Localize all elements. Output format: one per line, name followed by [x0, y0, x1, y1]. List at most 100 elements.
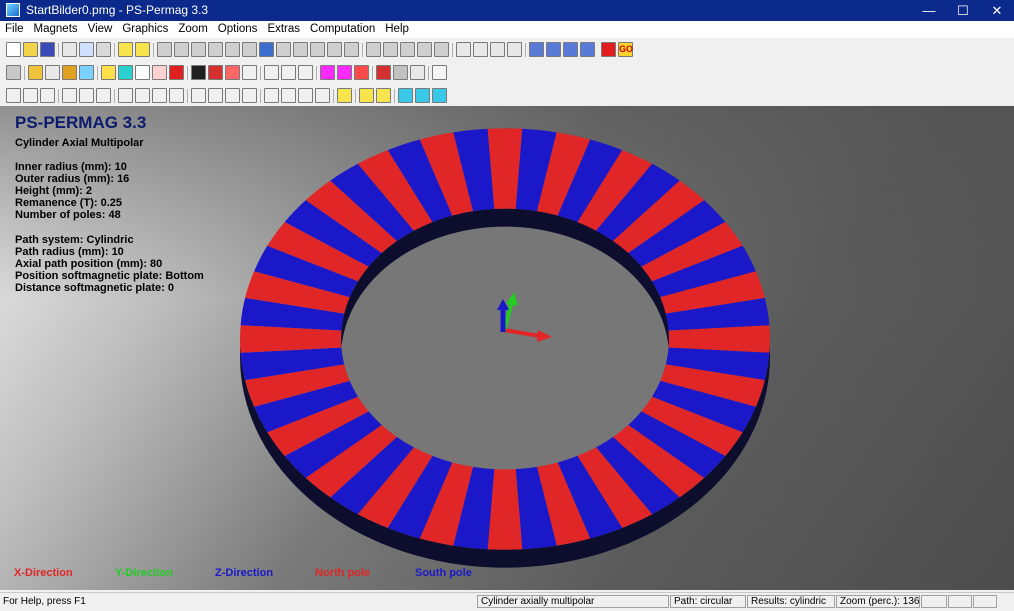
tb1-button-25[interactable]: [434, 42, 449, 57]
tb3-button-3[interactable]: [40, 88, 55, 103]
tb3-button-11[interactable]: [191, 88, 206, 103]
tb1-button-2[interactable]: [23, 42, 38, 57]
tb1-button-15[interactable]: [259, 42, 274, 57]
tb3-button-2[interactable]: [23, 88, 38, 103]
tb3-button-12[interactable]: [208, 88, 223, 103]
menu-view[interactable]: View: [83, 21, 118, 35]
tb1-button-18[interactable]: [310, 42, 325, 57]
tb3-button-17[interactable]: [298, 88, 313, 103]
minimize-button[interactable]: —: [912, 0, 946, 21]
tb2-button-16[interactable]: [281, 65, 296, 80]
tb1-button-28[interactable]: [490, 42, 505, 57]
menu-options[interactable]: Options: [213, 21, 263, 35]
tb1-button-32[interactable]: [563, 42, 578, 57]
tb2-button-9[interactable]: [152, 65, 167, 80]
tb3-button-4[interactable]: [62, 88, 77, 103]
tb3-button-21[interactable]: [376, 88, 391, 103]
tb2-button-11[interactable]: [191, 65, 206, 80]
tb3-button-13[interactable]: [225, 88, 240, 103]
tb1-button-29[interactable]: [507, 42, 522, 57]
menu-graphics[interactable]: Graphics: [117, 21, 173, 35]
menu-file[interactable]: File: [0, 21, 29, 35]
tb1-button-22[interactable]: [383, 42, 398, 57]
tb1-button-14[interactable]: [242, 42, 257, 57]
tb2-button-4[interactable]: [62, 65, 77, 80]
tb2-button-15[interactable]: [264, 65, 279, 80]
tb1-button-9[interactable]: [157, 42, 172, 57]
tb2-button-10[interactable]: [169, 65, 184, 80]
menu-zoom[interactable]: Zoom: [173, 21, 212, 35]
tb3-button-22[interactable]: [398, 88, 413, 103]
tb1-button-12[interactable]: [208, 42, 223, 57]
menu-magnets[interactable]: Magnets: [29, 21, 83, 35]
maximize-button[interactable]: ☐: [946, 0, 980, 21]
tb3-button-23[interactable]: [415, 88, 430, 103]
tb1-button-26[interactable]: [456, 42, 471, 57]
tb3-button-1[interactable]: [6, 88, 21, 103]
toolbar-separator: [525, 43, 526, 57]
tb3-button-5[interactable]: [79, 88, 94, 103]
tb2-button-2[interactable]: [28, 65, 43, 80]
tb3-button-24[interactable]: [432, 88, 447, 103]
tb2-button-13[interactable]: [225, 65, 240, 80]
tb1-button-6[interactable]: [96, 42, 111, 57]
tb3-button-8[interactable]: [135, 88, 150, 103]
tb2-button-18[interactable]: [320, 65, 335, 80]
tb3-button-6[interactable]: [96, 88, 111, 103]
tb2-button-6[interactable]: [101, 65, 116, 80]
path-system: Path system: Cylindric: [15, 234, 134, 246]
tb1-button-8[interactable]: [135, 42, 150, 57]
go-button[interactable]: GO: [618, 42, 633, 57]
tb2-button-23[interactable]: [410, 65, 425, 80]
menu-extras[interactable]: Extras: [262, 21, 305, 35]
tb2-button-19[interactable]: [337, 65, 352, 80]
tb1-button-13[interactable]: [225, 42, 240, 57]
tb1-button-19[interactable]: [327, 42, 342, 57]
app-name: PS-PERMAG 3.3: [15, 113, 147, 132]
tb3-button-15[interactable]: [264, 88, 279, 103]
tb2-button-12[interactable]: [208, 65, 223, 80]
viewport-3d[interactable]: PS-PERMAG 3.3 Cylinder Axial Multipolar …: [0, 106, 1014, 590]
tb1-button-33[interactable]: [580, 42, 595, 57]
tb2-button-21[interactable]: [376, 65, 391, 80]
menu-computation[interactable]: Computation: [305, 21, 380, 35]
menu-help[interactable]: Help: [380, 21, 414, 35]
tb1-button-17[interactable]: [293, 42, 308, 57]
tb2-button-14[interactable]: [242, 65, 257, 80]
tb1-button-7[interactable]: [118, 42, 133, 57]
tb3-button-16[interactable]: [281, 88, 296, 103]
tb1-button-16[interactable]: [276, 42, 291, 57]
stop-button[interactable]: [601, 42, 616, 57]
close-button[interactable]: ✕: [980, 0, 1014, 21]
tb1-button-24[interactable]: [417, 42, 432, 57]
tb2-button-7[interactable]: [118, 65, 133, 80]
tb2-button-20[interactable]: [354, 65, 369, 80]
tb2-button-1[interactable]: [6, 65, 21, 80]
tb1-button-10[interactable]: [174, 42, 189, 57]
tb1-button-20[interactable]: [344, 42, 359, 57]
tb3-button-14[interactable]: [242, 88, 257, 103]
tb1-button-3[interactable]: [40, 42, 55, 57]
tb1-button-21[interactable]: [366, 42, 381, 57]
tb1-button-11[interactable]: [191, 42, 206, 57]
tb3-button-9[interactable]: [152, 88, 167, 103]
tb2-button-22[interactable]: [393, 65, 408, 80]
tb1-button-5[interactable]: [79, 42, 94, 57]
tb3-button-20[interactable]: [359, 88, 374, 103]
tb2-button-5[interactable]: [79, 65, 94, 80]
tb2-button-8[interactable]: [135, 65, 150, 80]
tb3-button-19[interactable]: [337, 88, 352, 103]
tb1-button-23[interactable]: [400, 42, 415, 57]
tb1-button-30[interactable]: [529, 42, 544, 57]
tb1-button-31[interactable]: [546, 42, 561, 57]
tb1-button-27[interactable]: [473, 42, 488, 57]
tb3-button-7[interactable]: [118, 88, 133, 103]
tb2-button-17[interactable]: [298, 65, 313, 80]
tb2-button-24[interactable]: [432, 65, 447, 80]
toolbar-separator: [114, 89, 115, 103]
tb3-button-18[interactable]: [315, 88, 330, 103]
tb1-button-1[interactable]: [6, 42, 21, 57]
tb2-button-3[interactable]: [45, 65, 60, 80]
tb1-button-4[interactable]: [62, 42, 77, 57]
tb3-button-10[interactable]: [169, 88, 184, 103]
